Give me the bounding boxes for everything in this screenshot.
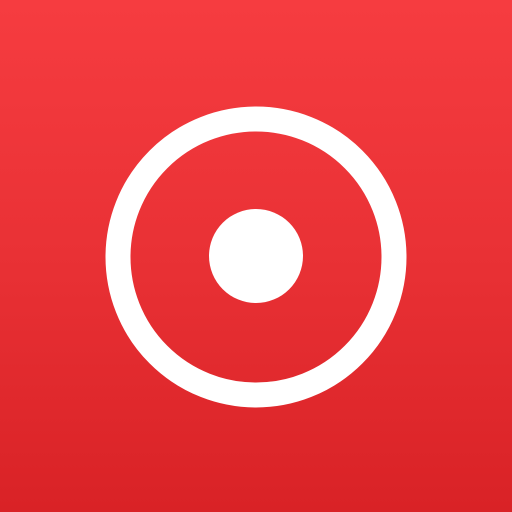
app-icon[interactable]	[0, 0, 512, 512]
record-center-dot	[209, 209, 303, 303]
record-icon	[105, 106, 407, 408]
